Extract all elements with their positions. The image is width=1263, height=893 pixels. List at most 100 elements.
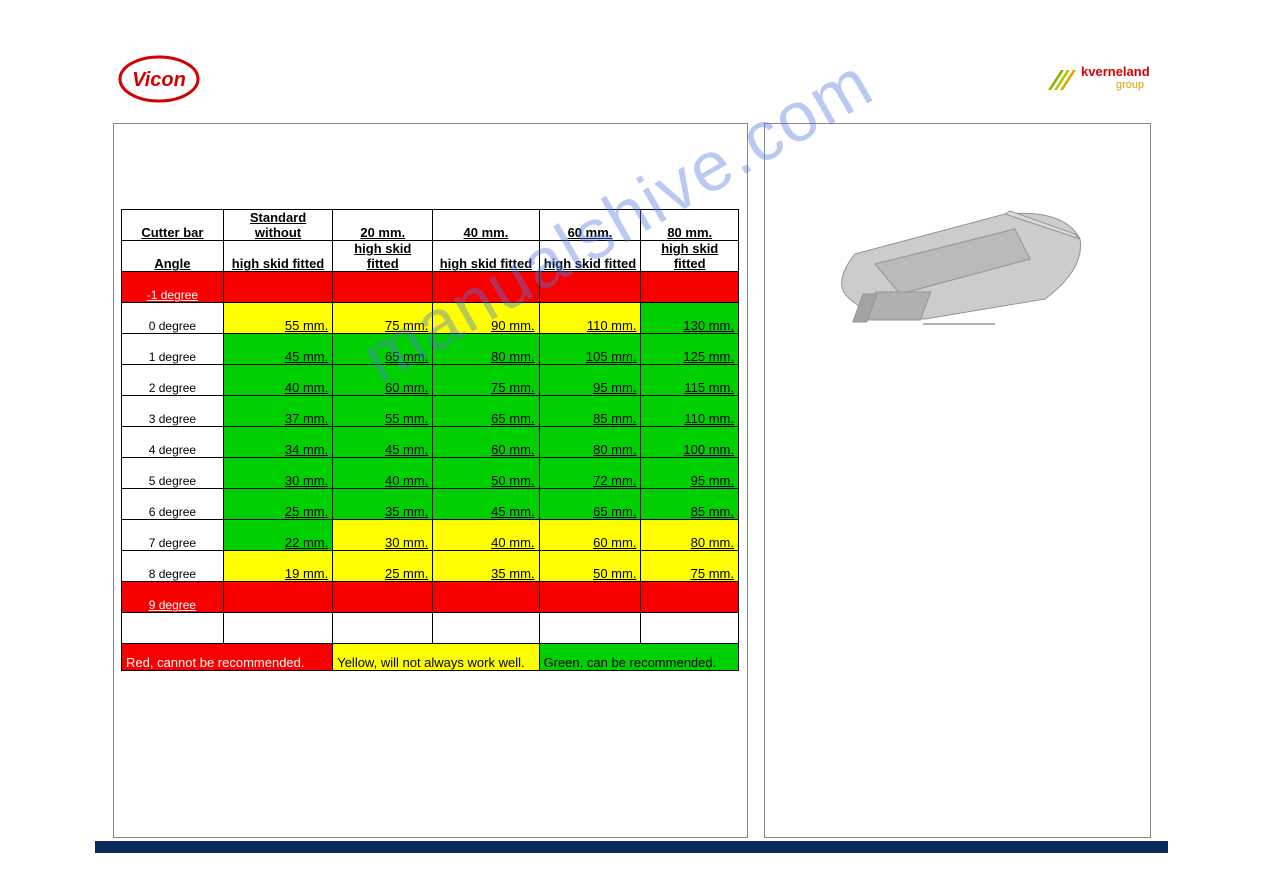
value-cell: 35 mm. xyxy=(333,489,433,520)
table-row: 1 degree45 mm.65 mm.80 mm.105 mm.125 mm. xyxy=(122,334,739,365)
value-cell xyxy=(333,272,433,303)
value-cell: 40 mm. xyxy=(223,365,332,396)
value-cell: 100 mm. xyxy=(641,427,739,458)
table-row: 2 degree40 mm.60 mm.75 mm.95 mm.115 mm. xyxy=(122,365,739,396)
value-cell xyxy=(641,582,739,613)
hdr-standard: Standard without xyxy=(223,210,332,241)
angle-cell: 3 degree xyxy=(122,396,224,427)
angle-cell: 5 degree xyxy=(122,458,224,489)
skid-illustration xyxy=(805,184,1105,349)
value-cell: 75 mm. xyxy=(333,303,433,334)
value-cell: 85 mm. xyxy=(539,396,641,427)
hdr-20: 20 mm. xyxy=(333,210,433,241)
value-cell: 55 mm. xyxy=(223,303,332,334)
table-row: 8 degree19 mm.25 mm.35 mm.50 mm.75 mm. xyxy=(122,551,739,582)
value-cell xyxy=(223,272,332,303)
value-cell: 125 mm. xyxy=(641,334,739,365)
table-row: 3 degree37 mm.55 mm.65 mm.85 mm.110 mm. xyxy=(122,396,739,427)
illustration-panel xyxy=(764,123,1151,838)
hdr-60: 60 mm. xyxy=(539,210,641,241)
value-cell: 130 mm. xyxy=(641,303,739,334)
value-cell xyxy=(641,272,739,303)
value-cell: 115 mm. xyxy=(641,365,739,396)
value-cell: 72 mm. xyxy=(539,458,641,489)
angle-cell: 7 degree xyxy=(122,520,224,551)
table-row: 4 degree34 mm.45 mm.60 mm.80 mm.100 mm. xyxy=(122,427,739,458)
value-cell: 55 mm. xyxy=(333,396,433,427)
value-cell: 105 mm. xyxy=(539,334,641,365)
kverneland-logo-text: kverneland xyxy=(1081,64,1150,79)
value-cell: 65 mm. xyxy=(333,334,433,365)
angle-cell: 8 degree xyxy=(122,551,224,582)
hdr-skid-2: high skid fitted xyxy=(433,241,539,272)
value-cell: 50 mm. xyxy=(539,551,641,582)
hdr-skid-1: high skid fitted xyxy=(333,241,433,272)
value-cell xyxy=(433,272,539,303)
hdr-angle: Angle xyxy=(122,241,224,272)
table-row: 9 degree xyxy=(122,582,739,613)
vicon-logo: Vicon xyxy=(118,55,200,108)
hdr-cutter-bar: Cutter bar xyxy=(122,210,224,241)
value-cell: 45 mm. xyxy=(333,427,433,458)
hdr-skid-3: high skid fitted xyxy=(539,241,641,272)
table-header-2: Angle high skid fitted high skid fitted … xyxy=(122,241,739,272)
angle-cell: 1 degree xyxy=(122,334,224,365)
legend-red: Red, cannot be recommended. xyxy=(122,644,333,671)
value-cell: 22 mm. xyxy=(223,520,332,551)
value-cell: 30 mm. xyxy=(333,520,433,551)
value-cell: 65 mm. xyxy=(539,489,641,520)
value-cell xyxy=(433,582,539,613)
value-cell: 65 mm. xyxy=(433,396,539,427)
table-row: -1 degree xyxy=(122,272,739,303)
hdr-40: 40 mm. xyxy=(433,210,539,241)
vicon-logo-text: Vicon xyxy=(132,69,186,91)
value-cell: 45 mm. xyxy=(223,334,332,365)
value-cell xyxy=(223,582,332,613)
legend-green: Green, can be recommended. xyxy=(539,644,738,671)
angle-cell: -1 degree xyxy=(122,272,224,303)
page: Vicon kverneland group Cutter bar Standa… xyxy=(0,0,1263,893)
hdr-80: 80 mm. xyxy=(641,210,739,241)
value-cell: 60 mm. xyxy=(433,427,539,458)
table-row: 5 degree30 mm.40 mm.50 mm.72 mm.95 mm. xyxy=(122,458,739,489)
hdr-skid-0: high skid fitted xyxy=(223,241,332,272)
value-cell: 85 mm. xyxy=(641,489,739,520)
value-cell: 30 mm. xyxy=(223,458,332,489)
value-cell: 40 mm. xyxy=(433,520,539,551)
value-cell: 34 mm. xyxy=(223,427,332,458)
cutter-bar-table: Cutter bar Standard without 20 mm. 40 mm… xyxy=(121,209,739,671)
value-cell: 35 mm. xyxy=(433,551,539,582)
value-cell: 75 mm. xyxy=(433,365,539,396)
value-cell: 37 mm. xyxy=(223,396,332,427)
angle-cell: 2 degree xyxy=(122,365,224,396)
footer-bar xyxy=(95,841,1168,853)
angle-cell: 6 degree xyxy=(122,489,224,520)
value-cell: 60 mm. xyxy=(539,520,641,551)
value-cell: 60 mm. xyxy=(333,365,433,396)
table-row: 6 degree25 mm.35 mm.45 mm.65 mm.85 mm. xyxy=(122,489,739,520)
value-cell: 95 mm. xyxy=(539,365,641,396)
value-cell: 90 mm. xyxy=(433,303,539,334)
legend-yellow: Yellow, will not always work well. xyxy=(333,644,539,671)
value-cell: 95 mm. xyxy=(641,458,739,489)
value-cell: 25 mm. xyxy=(223,489,332,520)
value-cell: 80 mm. xyxy=(641,520,739,551)
value-cell: 50 mm. xyxy=(433,458,539,489)
value-cell: 80 mm. xyxy=(539,427,641,458)
value-cell xyxy=(539,582,641,613)
value-cell: 110 mm. xyxy=(539,303,641,334)
value-cell: 25 mm. xyxy=(333,551,433,582)
value-cell: 110 mm. xyxy=(641,396,739,427)
hdr-skid-4: high skid fitted xyxy=(641,241,739,272)
value-cell: 75 mm. xyxy=(641,551,739,582)
angle-cell: 0 degree xyxy=(122,303,224,334)
table-panel: Cutter bar Standard without 20 mm. 40 mm… xyxy=(113,123,748,838)
table-header-1: Cutter bar Standard without 20 mm. 40 mm… xyxy=(122,210,739,241)
angle-cell: 9 degree xyxy=(122,582,224,613)
table-row: 0 degree55 mm.75 mm.90 mm.110 mm.130 mm. xyxy=(122,303,739,334)
kverneland-logo-sub: group xyxy=(1116,79,1144,91)
value-cell xyxy=(539,272,641,303)
table-blank-row xyxy=(122,613,739,644)
value-cell: 40 mm. xyxy=(333,458,433,489)
value-cell: 19 mm. xyxy=(223,551,332,582)
